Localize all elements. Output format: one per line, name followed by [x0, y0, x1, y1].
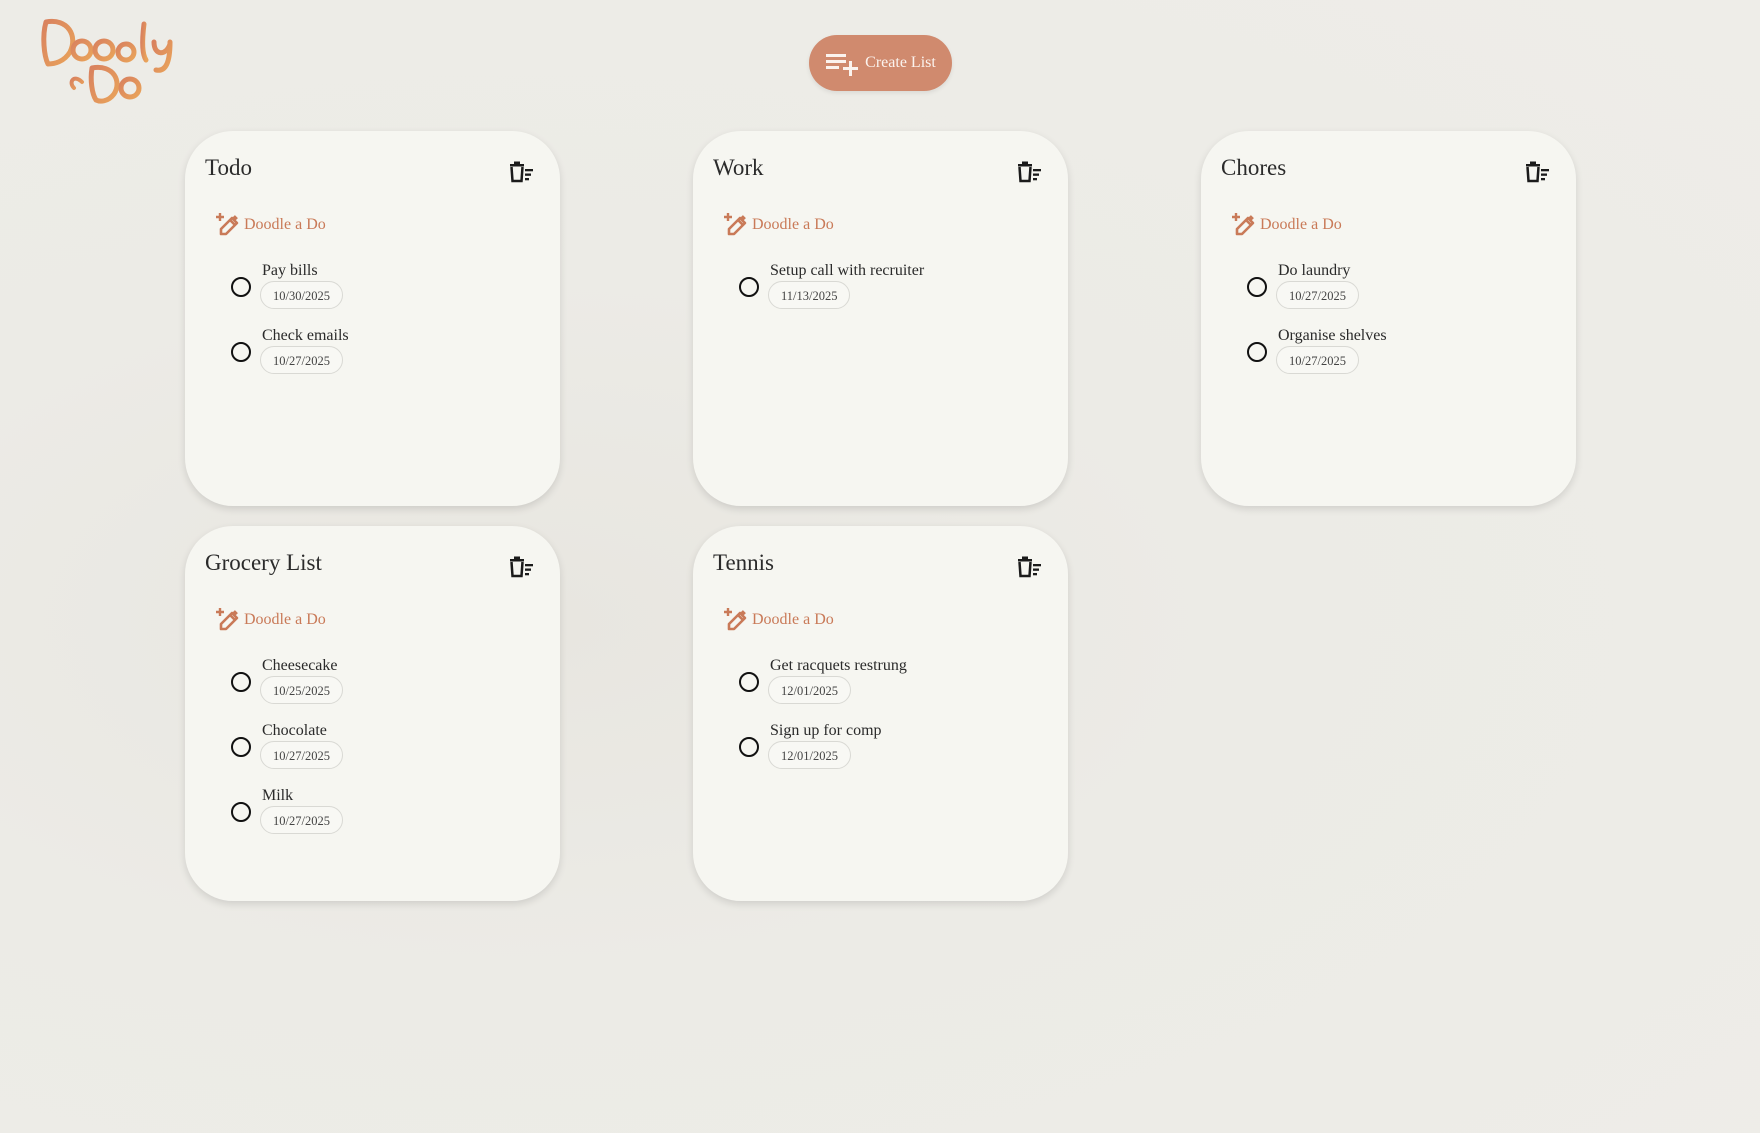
doodle-a-do-button[interactable]: Doodle a Do [723, 211, 834, 239]
edit-pencil-icon [724, 608, 747, 631]
todo-items: Setup call with recruiter 11/13/2025 [739, 262, 1048, 327]
list-item: Setup call with recruiter 11/13/2025 [739, 262, 1048, 327]
item-label[interactable]: Chocolate [262, 722, 327, 740]
delete-list-button[interactable] [508, 556, 534, 580]
app-logo [38, 16, 183, 106]
item-label[interactable]: Cheesecake [262, 657, 338, 675]
doodle-a-do-button[interactable]: Doodle a Do [215, 211, 326, 239]
item-label[interactable]: Setup call with recruiter [770, 262, 924, 280]
due-date-chip[interactable]: 10/27/2025 [1276, 281, 1359, 309]
list-item: Pay bills 10/30/2025 [231, 262, 540, 327]
due-date-chip[interactable]: 12/01/2025 [768, 676, 851, 704]
list-item: Chocolate 10/27/2025 [231, 722, 540, 787]
due-date-chip[interactable]: 12/01/2025 [768, 741, 851, 769]
item-label[interactable]: Sign up for comp [770, 722, 882, 740]
due-date-chip[interactable]: 10/27/2025 [260, 346, 343, 374]
list-title: Grocery List [205, 550, 322, 575]
doodle-a-do-button[interactable]: Doodle a Do [723, 606, 834, 634]
item-label[interactable]: Check emails [262, 327, 349, 345]
list-item: Do laundry 10/27/2025 [1247, 262, 1556, 327]
list-title: Chores [1221, 155, 1287, 180]
due-date-chip[interactable]: 10/30/2025 [260, 281, 343, 309]
due-date-chip[interactable]: 10/25/2025 [260, 676, 343, 704]
doodle-a-do-button[interactable]: Doodle a Do [215, 606, 326, 634]
complete-checkbox[interactable] [739, 672, 759, 692]
complete-checkbox[interactable] [739, 737, 759, 757]
due-date-chip[interactable]: 11/13/2025 [768, 281, 851, 309]
edit-pencil-icon [1232, 213, 1255, 236]
list-card: Chores Doodle a Do Do laundry 10/27/2025 Org… [1201, 131, 1576, 506]
list-card: Work Doodle a Do Setup call with recruiter… [693, 131, 1068, 506]
delete-sweep-icon [510, 161, 533, 183]
list-card: Tennis Doodle a Do Get racquets restrung 12… [693, 526, 1068, 901]
list-item: Organise shelves 10/27/2025 [1247, 327, 1556, 392]
delete-list-button[interactable] [1016, 161, 1042, 185]
due-date-chip[interactable]: 10/27/2025 [260, 741, 343, 769]
delete-list-button[interactable] [1016, 556, 1042, 580]
playlist-add-icon [826, 54, 859, 76]
complete-checkbox[interactable] [231, 802, 251, 822]
doodle-a-do-label: Doodle a Do [244, 216, 326, 233]
complete-checkbox[interactable] [231, 672, 251, 692]
complete-checkbox[interactable] [1247, 342, 1267, 362]
delete-sweep-icon [1018, 556, 1041, 578]
doodle-a-do-label: Doodle a Do [752, 611, 834, 628]
doodly-do-logo-icon [41, 18, 173, 104]
item-label[interactable]: Milk [262, 787, 293, 805]
item-label[interactable]: Do laundry [1278, 262, 1350, 280]
doodle-a-do-label: Doodle a Do [752, 216, 834, 233]
list-item: Sign up for comp 12/01/2025 [739, 722, 1048, 787]
complete-checkbox[interactable] [231, 277, 251, 297]
list-item: Check emails 10/27/2025 [231, 327, 540, 392]
list-title: Tennis [713, 550, 774, 575]
list-title: Todo [205, 155, 252, 180]
delete-sweep-icon [1018, 161, 1041, 183]
list-title: Work [713, 155, 764, 180]
doodle-a-do-label: Doodle a Do [244, 611, 326, 628]
todo-items: Get racquets restrung 12/01/2025 Sign up f… [739, 657, 1048, 787]
due-date-chip[interactable]: 10/27/2025 [1276, 346, 1359, 374]
list-card: Grocery List Doodle a Do Cheesecake 10/25/2… [185, 526, 560, 901]
todo-items: Do laundry 10/27/2025 Organise shelves 10/2… [1247, 262, 1556, 392]
todo-items: Cheesecake 10/25/2025 Chocolate 10/27/2025 M… [231, 657, 540, 852]
doodle-a-do-label: Doodle a Do [1260, 216, 1342, 233]
list-item: Milk 10/27/2025 [231, 787, 540, 852]
due-date-chip[interactable]: 10/27/2025 [260, 806, 343, 834]
delete-sweep-icon [1526, 161, 1549, 183]
list-item: Cheesecake 10/25/2025 [231, 657, 540, 722]
item-label[interactable]: Pay bills [262, 262, 318, 280]
list-item: Get racquets restrung 12/01/2025 [739, 657, 1048, 722]
create-list-button[interactable]: Create List [809, 35, 952, 91]
delete-list-button[interactable] [1524, 161, 1550, 185]
list-card: Todo Doodle a Do Pay bills 10/30/2025 Check … [185, 131, 560, 506]
edit-pencil-icon [724, 213, 747, 236]
complete-checkbox[interactable] [1247, 277, 1267, 297]
edit-pencil-icon [216, 213, 239, 236]
complete-checkbox[interactable] [231, 342, 251, 362]
delete-sweep-icon [510, 556, 533, 578]
complete-checkbox[interactable] [739, 277, 759, 297]
doodle-a-do-button[interactable]: Doodle a Do [1231, 211, 1342, 239]
create-list-label: Create List [865, 54, 936, 71]
complete-checkbox[interactable] [231, 737, 251, 757]
item-label[interactable]: Organise shelves [1278, 327, 1387, 345]
delete-list-button[interactable] [508, 161, 534, 185]
edit-pencil-icon [216, 608, 239, 631]
item-label[interactable]: Get racquets restrung [770, 657, 907, 675]
todo-items: Pay bills 10/30/2025 Check emails 10/27/202… [231, 262, 540, 392]
